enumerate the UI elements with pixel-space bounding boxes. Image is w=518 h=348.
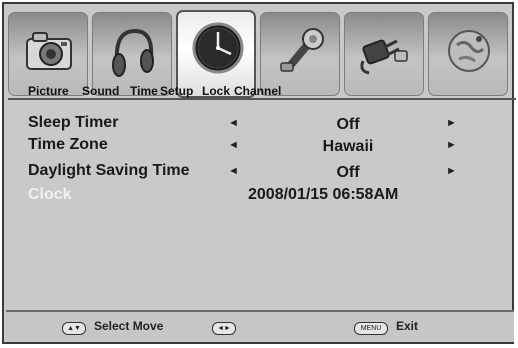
- tab-label-channel: Channel: [234, 84, 282, 98]
- setting-row-daylight-saving[interactable]: Daylight Saving Time ◄ Off ►: [28, 162, 498, 184]
- setting-row-time-zone[interactable]: Time Zone ◄ Hawaii ►: [28, 136, 498, 158]
- daylight-saving-value: Off: [336, 164, 360, 181]
- tab-label-picture: Picture: [28, 84, 69, 98]
- right-arrow-icon[interactable]: ►: [446, 117, 457, 129]
- right-arrow-icon[interactable]: ►: [446, 139, 457, 151]
- right-arrow-icon[interactable]: ►: [446, 165, 457, 177]
- select-move-hint: Select Move: [94, 319, 164, 333]
- wrench-icon: [280, 28, 324, 72]
- left-arrow-icon[interactable]: ◄: [228, 165, 239, 177]
- tab-lock[interactable]: [344, 12, 424, 96]
- setting-row-clock: Clock 2008/01/15 06:58AM: [28, 186, 498, 208]
- footer-hint-bar: ▲▼ Select Move ◄► MENU Exit: [6, 312, 514, 342]
- clock-label: Clock: [28, 186, 72, 203]
- up-down-buttons-icon: ▲▼: [62, 322, 86, 335]
- tab-label-lock: Lock: [202, 84, 231, 98]
- left-arrow-icon[interactable]: ◄: [228, 117, 239, 129]
- menu-button-icon: MENU: [354, 322, 388, 335]
- clock-value: 2008/01/15 06:58AM: [248, 186, 399, 203]
- clock-icon: [192, 22, 244, 74]
- sleep-timer-label: Sleep Timer: [28, 114, 119, 131]
- camera-icon: [26, 32, 72, 70]
- satellite-globe-icon: [448, 30, 490, 72]
- tab-channel[interactable]: [428, 12, 508, 96]
- headphones-icon: [112, 28, 154, 77]
- setting-row-sleep-timer[interactable]: Sleep Timer ◄ Off ►: [28, 114, 498, 136]
- plug-icon: [360, 39, 408, 75]
- sleep-timer-value: Off: [336, 116, 360, 133]
- tab-divider: [8, 98, 516, 100]
- left-right-buttons-icon: ◄►: [212, 322, 236, 335]
- left-arrow-icon[interactable]: ◄: [228, 139, 239, 151]
- menu-window: Picture Sound Time Setup Lock Channel Sl…: [2, 2, 516, 344]
- tab-label-setup: Setup: [160, 84, 194, 98]
- time-zone-value: Hawaii: [322, 138, 374, 155]
- tab-label-sound: Sound: [82, 84, 120, 98]
- tab-label-time: Time: [130, 84, 158, 98]
- daylight-saving-label: Daylight Saving Time: [28, 162, 190, 179]
- time-zone-label: Time Zone: [28, 136, 108, 153]
- exit-hint: Exit: [396, 319, 419, 333]
- tab-strip: Picture Sound Time Setup Lock Channel: [8, 10, 516, 98]
